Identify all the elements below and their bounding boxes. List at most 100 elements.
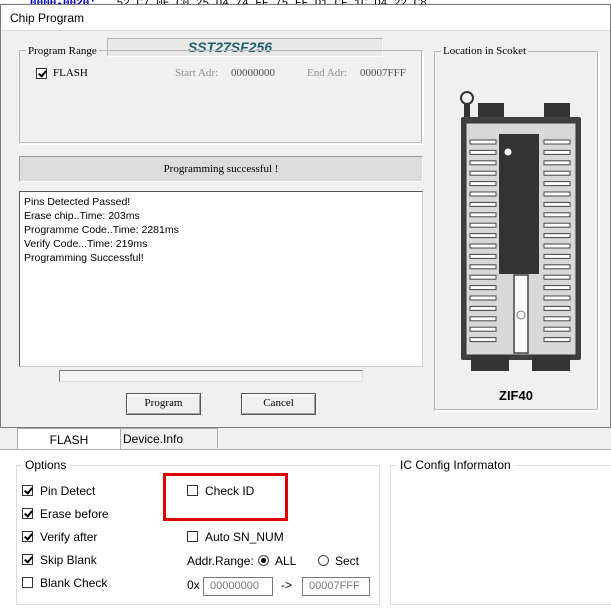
socket-pin-right xyxy=(543,181,571,187)
socket-pin-right xyxy=(543,285,571,291)
blank-check-label: Blank Check xyxy=(40,576,108,590)
socket-pin-right xyxy=(543,243,571,249)
socket-pin-left xyxy=(469,149,497,155)
socket-pin-left xyxy=(469,170,497,176)
erase-before-label: Erase before xyxy=(40,507,109,521)
range-from-input[interactable]: 00000000 xyxy=(203,577,273,596)
pin-detect-label: Pin Detect xyxy=(40,484,96,498)
lever-ring xyxy=(460,91,474,105)
socket-pin-right xyxy=(543,253,571,259)
socket-legend: Location in Scoket xyxy=(441,45,529,57)
socket-pin-right xyxy=(543,233,571,239)
socket-label: ZIF40 xyxy=(499,388,533,403)
socket-pin-left xyxy=(469,264,497,270)
socket-pin-left xyxy=(469,181,497,187)
chip-program-dialog: Chip Program SST27SF256 Program Range FL… xyxy=(0,4,611,428)
socket-pin-left xyxy=(469,285,497,291)
range-sect-radio[interactable] xyxy=(318,555,329,566)
skip-blank-checkbox[interactable] xyxy=(22,554,33,565)
socket-pin-left xyxy=(469,233,497,239)
bottom-tab-left xyxy=(471,355,509,371)
socket-pin-right xyxy=(543,139,571,145)
chip-body xyxy=(499,134,539,274)
status-panel: Programming successful ! xyxy=(19,156,423,182)
program-range-group xyxy=(19,50,423,144)
flash-checkbox[interactable] xyxy=(36,68,47,79)
socket-pin-right xyxy=(543,274,571,280)
program-range-legend: Program Range xyxy=(26,45,99,57)
lever-arm xyxy=(464,104,470,118)
zif40-socket-diagram xyxy=(460,91,581,371)
erase-before-checkbox[interactable] xyxy=(22,508,33,519)
log-textbox[interactable]: Pins Detected Passed! Erase chip..Time: … xyxy=(19,191,423,367)
socket-pin-left xyxy=(469,337,497,343)
socket-pin-left xyxy=(469,222,497,228)
log-line: Erase chip..Time: 203ms xyxy=(24,210,140,222)
status-text: Programming successful ! xyxy=(163,163,279,175)
socket-pin-right xyxy=(543,191,571,197)
range-all-radio[interactable] xyxy=(258,555,269,566)
end-adr-value: 00007FFF xyxy=(360,67,406,79)
socket-pin-left xyxy=(469,295,497,301)
socket-pin-left xyxy=(469,316,497,322)
range-sect-label: Sect xyxy=(335,554,360,568)
socket-pin-right xyxy=(543,295,571,301)
bottom-tab-right xyxy=(532,355,570,371)
socket-pin-right xyxy=(543,170,571,176)
top-tab-left xyxy=(478,103,504,119)
socket-pin-right xyxy=(543,222,571,228)
dialog-title: Chip Program xyxy=(10,11,85,25)
pin-detect-checkbox[interactable] xyxy=(22,485,33,496)
socket-pin-left xyxy=(469,274,497,280)
options-legend: Options xyxy=(22,458,70,472)
socket-pin-left xyxy=(469,243,497,249)
socket-pin-left xyxy=(469,160,497,166)
title-bar[interactable]: Chip Program xyxy=(1,5,610,31)
tab-device-info[interactable]: Device.Info xyxy=(120,428,218,448)
hex-prefix: 0x xyxy=(187,578,200,592)
slot-marker xyxy=(516,310,526,320)
socket-pin-left xyxy=(469,139,497,145)
check-id-checkbox[interactable] xyxy=(187,485,198,496)
log-line: Programme Code..Time: 2281ms xyxy=(24,224,179,236)
tab-flash[interactable]: FLASH xyxy=(17,428,121,450)
socket-pin-right xyxy=(543,160,571,166)
end-adr-label: End Adr: xyxy=(307,67,348,79)
socket-pin-right xyxy=(543,316,571,322)
log-line: Programming Successful! xyxy=(24,252,144,264)
skip-blank-label: Skip Blank xyxy=(40,553,97,567)
check-id-label: Check ID xyxy=(205,484,255,498)
ic-config-group xyxy=(390,465,611,605)
range-to-input[interactable]: 00007FFF xyxy=(302,577,370,596)
start-adr-value: 00000000 xyxy=(231,67,275,79)
socket-pin-right xyxy=(543,149,571,155)
log-line: Pins Detected Passed! xyxy=(24,196,131,208)
log-line: Verify Code...Time: 219ms xyxy=(24,238,148,250)
socket-pin-left xyxy=(469,253,497,259)
socket-pin-right xyxy=(543,305,571,311)
socket-pin-left xyxy=(469,201,497,207)
socket-pin-left xyxy=(469,212,497,218)
start-adr-label: Start Adr: xyxy=(175,67,219,79)
top-tab-right xyxy=(544,103,570,119)
auto-sn-label: Auto SN_NUM xyxy=(205,530,284,544)
socket-pin-right xyxy=(543,201,571,207)
socket-pin-left xyxy=(469,305,497,311)
cancel-button[interactable]: Cancel xyxy=(241,393,316,415)
auto-sn-checkbox[interactable] xyxy=(187,531,198,542)
verify-after-checkbox[interactable] xyxy=(22,531,33,542)
socket-pin-left xyxy=(469,326,497,332)
program-button[interactable]: Program xyxy=(126,393,201,415)
socket-pin-right xyxy=(543,264,571,270)
socket-pin-right xyxy=(543,337,571,343)
range-arrow: -> xyxy=(281,578,293,592)
ic-config-legend: IC Config Informaton xyxy=(397,458,514,472)
addr-range-label: Addr.Range: xyxy=(187,554,254,568)
socket-pin-right xyxy=(543,212,571,218)
pin1-marker xyxy=(504,148,512,156)
socket-pin-right xyxy=(543,326,571,332)
range-all-label: ALL xyxy=(275,554,297,568)
socket-pin-left xyxy=(469,191,497,197)
blank-check-checkbox[interactable] xyxy=(22,577,33,588)
progress-bar xyxy=(59,370,363,382)
